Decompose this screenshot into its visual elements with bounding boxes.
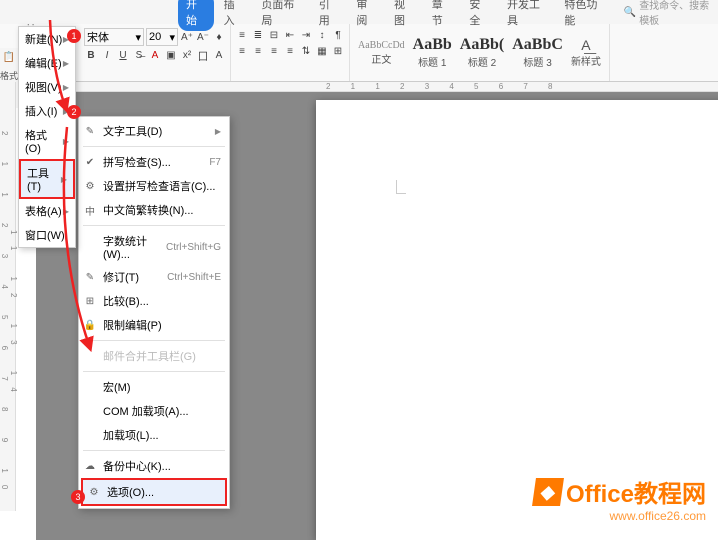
tools-com-addins[interactable]: COM 加载项(A)... [79,399,229,423]
line-spacing-icon[interactable]: ⇅ [299,44,313,58]
tools-track-changes[interactable]: ✎修订(T)Ctrl+Shift+E [79,265,229,289]
command-search[interactable]: 🔍查找命令、搜索模板 [624,0,718,27]
tools-addins[interactable]: 加载项(L)... [79,423,229,447]
grow-font-icon[interactable]: A⁺ [180,30,194,44]
align-left-icon[interactable]: ≡ [235,44,249,58]
bold-icon[interactable]: B [84,48,98,62]
font-group: 宋体▾ 20▾ A⁺ A⁻ ♦ B I U S̶ A ▣ x² 囗 A [80,24,231,81]
new-style-button[interactable]: A͟新样式 [571,37,601,68]
char-shading-icon[interactable]: A [212,48,226,62]
menu-icon[interactable]: ≡ [4,4,20,20]
justify-icon[interactable]: ≡ [283,44,297,58]
vertical-ruler: 2 1 1 2 3 4 5 6 7 8 9 10 11 12 13 14 [0,82,16,511]
search-icon: 🔍 [624,7,636,18]
office-logo-icon: ◆ [532,478,564,506]
annotation-arrow-2 [61,105,101,355]
shortcut-text: Ctrl+Shift+E [167,272,221,283]
separator [83,146,225,147]
tab-chapter[interactable]: 章节 [424,0,460,31]
superscript-icon[interactable]: x² [180,48,194,62]
font-name-select[interactable]: 宋体▾ [84,28,144,46]
tools-backup-center[interactable]: ☁备份中心(K)... [79,454,229,478]
align-right-icon[interactable]: ≡ [267,44,281,58]
highlight-icon[interactable]: ▣ [164,48,178,62]
strike-icon[interactable]: S̶ [132,48,146,62]
shrink-font-icon[interactable]: A⁻ [196,30,210,44]
tab-references[interactable]: 引用 [311,0,347,31]
separator [83,340,225,341]
char-border-icon[interactable]: 囗 [196,48,210,62]
separator [83,225,225,226]
search-placeholder: 查找命令、搜索模板 [639,0,718,27]
tab-devtools[interactable]: 开发工具 [499,0,554,31]
tab-review[interactable]: 审阅 [348,0,384,31]
tools-chinese-convert[interactable]: 中中文简繁转换(N)... [79,198,229,222]
paste-icon[interactable]: 📋 [3,52,15,63]
horizontal-ruler: 2 1 1 2 3 4 5 6 7 8 [36,82,718,92]
styles-group: AaBbCcDd正文 AaBb标题 1 AaBb(标题 2 AaBbC标题 3 … [350,24,610,81]
clear-format-icon[interactable]: ♦ [212,30,226,44]
cloud-icon: ☁ [83,461,97,472]
step-badge-3: 3 [71,490,85,504]
font-color-icon[interactable]: A [148,48,162,62]
gear-icon: ⚙ [87,487,101,498]
shading-icon[interactable]: ▦ [315,44,329,58]
tools-word-count[interactable]: 字数统计(W)...Ctrl+Shift+G [79,229,229,265]
style-body[interactable]: AaBbCcDd正文 [358,40,405,66]
tab-view[interactable]: 视图 [386,0,422,31]
tab-special[interactable]: 特色功能 [556,0,611,31]
style-h1[interactable]: AaBb标题 1 [413,36,452,69]
chevron-right-icon: ▶ [215,127,221,136]
tab-insert[interactable]: 插入 [216,0,252,31]
tools-compare[interactable]: ⊞比较(B)... [79,289,229,313]
italic-icon[interactable]: I [100,48,114,62]
borders-icon[interactable]: ⊞ [331,44,345,58]
shortcut-text: Ctrl+Shift+G [166,242,221,253]
watermark: ◆Office教程网 www.office26.com [534,474,706,523]
ribbon: 📋 格式刷 宋体▾ 20▾ A⁺ A⁻ ♦ B I U S̶ A ▣ x² 囗 … [0,24,718,82]
style-h2[interactable]: AaBb(标题 2 [460,36,504,69]
tools-options[interactable]: ⚙选项(O)... [81,478,227,506]
redo-icon[interactable]: ↷ [158,4,174,20]
separator [83,450,225,451]
print-icon[interactable]: 🖶 [114,4,130,20]
tools-protect[interactable]: 🔒限制编辑(P) [79,313,229,337]
tools-macros[interactable]: 宏(M) [79,375,229,399]
undo-icon[interactable]: ↶ [136,4,152,20]
chevron-down-icon: ▾ [135,31,141,44]
font-size-select[interactable]: 20▾ [146,28,178,46]
underline-icon[interactable]: U [116,48,130,62]
tools-spellcheck[interactable]: ✔拼写检查(S)...F7 [79,150,229,174]
tools-mailmerge: 邮件合并工具栏(G) [79,344,229,368]
tab-layout[interactable]: 页面布局 [253,0,308,31]
watermark-title: Office教程网 [566,474,706,509]
margin-marker [396,180,406,194]
shortcut-text: F7 [209,157,221,168]
style-h3[interactable]: AaBbC标题 3 [512,36,563,69]
tab-security[interactable]: 安全 [461,0,497,31]
watermark-url: www.office26.com [534,509,706,523]
align-center-icon[interactable]: ≡ [251,44,265,58]
tab-start[interactable]: 开始 [178,0,214,31]
annotation-arrow-1 [47,18,77,118]
print-preview-icon[interactable]: 🗎 [92,4,108,20]
paragraph-group: ≡ ≣ ⊟ ⇤ ⇥ ↕ ¶ ≡ ≡ ≡ ≡ ⇅ ▦ ⊞ [231,24,350,81]
chevron-down-icon: ▾ [169,31,175,44]
separator [83,371,225,372]
file-label[interactable]: 文件 [26,4,42,20]
tools-spell-language[interactable]: ⚙设置拼写检查语言(C)... [79,174,229,198]
tools-text-tools[interactable]: ✎文字工具(D)▶ [79,119,229,143]
